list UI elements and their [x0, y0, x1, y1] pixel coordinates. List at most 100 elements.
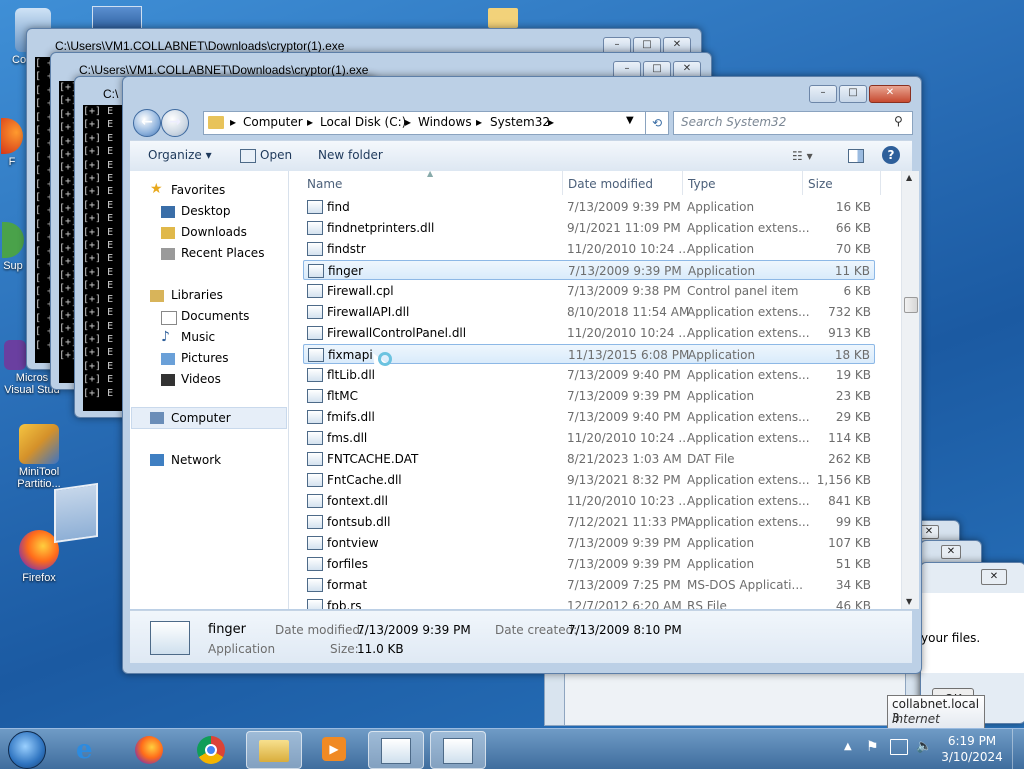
scroll-up-icon[interactable]: ▲ — [906, 173, 912, 182]
videos-icon — [161, 374, 175, 386]
star-icon: ★ — [150, 181, 163, 197]
address-dropdown-icon[interactable]: ▼ — [626, 115, 634, 126]
file-type: Application extens... — [687, 515, 810, 529]
nav-item-videos[interactable]: Videos — [181, 372, 221, 386]
nav-item-documents[interactable]: Documents — [181, 309, 249, 323]
action-center-flag-icon[interactable]: ⚑ — [866, 739, 879, 755]
search-icon[interactable]: ⚲ — [894, 114, 903, 128]
search-placeholder: Search System32 — [681, 115, 787, 129]
file-name: find — [327, 200, 350, 214]
explorer-body: ★ Favorites Desktop Downloads Recent Pla… — [130, 171, 919, 609]
taskbar-console-2[interactable] — [430, 731, 486, 769]
refresh-button[interactable]: ⟲ — [645, 111, 669, 135]
file-row[interactable]: find 7/13/2009 9:39 PM Application 16 KB — [303, 197, 875, 217]
close-icon[interactable]: ✕ — [919, 525, 939, 539]
file-row[interactable]: fltMC 7/13/2009 9:39 PM Application 23 KB — [303, 386, 875, 406]
desktop-icon-support[interactable]: Sup — [0, 222, 26, 272]
organize-button[interactable]: Organize ▾ — [148, 148, 212, 162]
file-row[interactable]: finger 7/13/2009 9:39 PM Application 11 KB — [303, 260, 875, 280]
taskbar-firefox[interactable] — [122, 731, 176, 767]
folder-icon[interactable] — [488, 8, 518, 28]
scroll-thumb[interactable] — [904, 297, 918, 313]
breadcrumb-windows[interactable]: Windows — [418, 115, 472, 129]
breadcrumb-arrow[interactable]: ▸ — [476, 115, 482, 129]
forward-button[interactable]: → — [161, 109, 189, 137]
desktop-icon-firefox-shortcut[interactable]: F — [0, 118, 24, 168]
desktop-icon-minitool[interactable]: MiniTool Partitio... — [6, 424, 72, 490]
breadcrumb-computer[interactable]: Computer — [243, 115, 303, 129]
nav-item-libraries[interactable]: Libraries — [171, 288, 223, 302]
file-type: DAT File — [687, 452, 735, 466]
file-row[interactable]: FNTCACHE.DAT 8/21/2023 1:03 AM DAT File 262… — [303, 449, 875, 469]
nav-item-computer[interactable]: Computer — [171, 411, 231, 425]
view-options-icon[interactable]: ☷ ▾ — [792, 149, 813, 163]
scroll-down-icon[interactable]: ▼ — [906, 597, 912, 606]
file-date-modified: 8/10/2018 11:54 AM — [567, 305, 690, 319]
file-row[interactable]: fms.dll 11/20/2010 10:24 ... Application e… — [303, 428, 875, 448]
breadcrumb-arrow[interactable]: ▸ — [230, 115, 236, 129]
nav-item-network[interactable]: Network — [171, 453, 221, 467]
show-desktop-button[interactable] — [1012, 729, 1024, 769]
new-folder-button[interactable]: New folder — [318, 148, 383, 162]
file-row[interactable]: findnetprinters.dll 9/1/2021 11:09 PM Appl… — [303, 218, 875, 238]
file-type: Application — [687, 557, 755, 571]
start-button[interactable] — [8, 731, 46, 769]
nav-item-downloads[interactable]: Downloads — [181, 225, 247, 239]
breadcrumb-local-disk[interactable]: Local Disk (C:) — [320, 115, 406, 129]
nav-item-pictures[interactable]: Pictures — [181, 351, 229, 365]
minimize-button[interactable]: – — [809, 85, 837, 103]
explorer-window[interactable]: – □ ✕ ← → ▸ Computer ▸ Local Disk (C:) ▸… — [122, 76, 922, 674]
file-row[interactable]: forfiles 7/13/2009 9:39 PM Application 51 K… — [303, 554, 875, 574]
breadcrumb-arrow[interactable]: ▸ — [548, 115, 554, 129]
caption-buttons: – □ ✕ — [809, 85, 911, 103]
file-row[interactable]: FntCache.dll 9/13/2021 8:32 PM Application… — [303, 470, 875, 490]
file-row[interactable]: FirewallControlPanel.dll 11/20/2010 10:24… — [303, 323, 875, 343]
file-name: format — [327, 578, 368, 592]
file-row[interactable]: fontsub.dll 7/12/2021 11:33 PM Application… — [303, 512, 875, 532]
column-header-date[interactable]: Date modified — [568, 177, 653, 191]
file-row[interactable]: fontext.dll 11/20/2010 10:23 ... Applicati… — [303, 491, 875, 511]
breadcrumb-arrow[interactable]: ▸ — [307, 115, 313, 129]
nav-item-recent-places[interactable]: Recent Places — [181, 246, 264, 260]
file-size: 107 KB — [828, 536, 871, 550]
search-input[interactable]: Search System32 ⚲ — [673, 111, 913, 135]
nav-item-music[interactable]: Music — [181, 330, 215, 344]
breadcrumb-system32[interactable]: System32 — [490, 115, 550, 129]
taskbar-console-1[interactable] — [368, 731, 424, 769]
close-icon[interactable]: ✕ — [981, 569, 1007, 585]
file-row[interactable]: fontview 7/13/2009 9:39 PM Application 107 … — [303, 533, 875, 553]
breadcrumb-arrow[interactable]: ▸ — [405, 115, 411, 129]
taskbar-chrome[interactable] — [184, 731, 238, 767]
maximize-button[interactable]: □ — [839, 85, 867, 103]
back-button[interactable]: ← — [133, 109, 161, 137]
file-row[interactable]: fmifs.dll 7/13/2009 9:40 PM Application ex… — [303, 407, 875, 427]
taskbar-explorer[interactable] — [246, 731, 302, 769]
network-icon[interactable] — [890, 739, 908, 755]
details-file-type: Application — [208, 642, 276, 656]
show-hidden-icons-icon[interactable]: ▲ — [844, 741, 852, 752]
file-row[interactable]: fpb.rs 12/7/2012 6:20 AM RS File 46 KB — [303, 596, 875, 609]
close-button[interactable]: ✕ — [869, 85, 911, 103]
file-row[interactable]: findstr 11/20/2010 10:24 ... Application 70… — [303, 239, 875, 259]
nav-item-favorites[interactable]: Favorites — [171, 183, 225, 197]
help-icon[interactable]: ? — [882, 146, 900, 164]
close-icon[interactable]: ✕ — [941, 545, 961, 559]
open-button[interactable]: Open — [260, 148, 292, 162]
nav-item-desktop[interactable]: Desktop — [181, 204, 231, 218]
taskbar-media-player[interactable]: ▶ — [308, 731, 362, 767]
taskbar-internet-explorer[interactable]: e — [62, 731, 116, 767]
column-header-name[interactable]: Name — [307, 177, 342, 191]
address-bar[interactable]: ▸ Computer ▸ Local Disk (C:) ▸ Windows ▸… — [203, 111, 647, 135]
vertical-scrollbar[interactable]: ▲ ▼ — [901, 171, 919, 609]
file-row[interactable]: Firewall.cpl 7/13/2009 9:38 PM Control pan… — [303, 281, 875, 301]
clock-time[interactable]: 6:19 PM — [940, 734, 1004, 748]
preview-pane-icon[interactable] — [848, 149, 864, 163]
clock-date[interactable]: 3/10/2024 — [940, 750, 1004, 764]
file-name: fontext.dll — [327, 494, 388, 508]
column-header-size[interactable]: Size — [808, 177, 833, 191]
file-row[interactable]: FirewallAPI.dll 8/10/2018 11:54 AM Applica… — [303, 302, 875, 322]
volume-muted-icon[interactable]: 🔈 — [916, 739, 932, 754]
column-header-type[interactable]: Type — [688, 177, 716, 191]
details-date-created: 7/13/2009 8:10 PM — [568, 623, 682, 637]
file-row[interactable]: format 7/13/2009 7:25 PM MS-DOS Applicati.… — [303, 575, 875, 595]
